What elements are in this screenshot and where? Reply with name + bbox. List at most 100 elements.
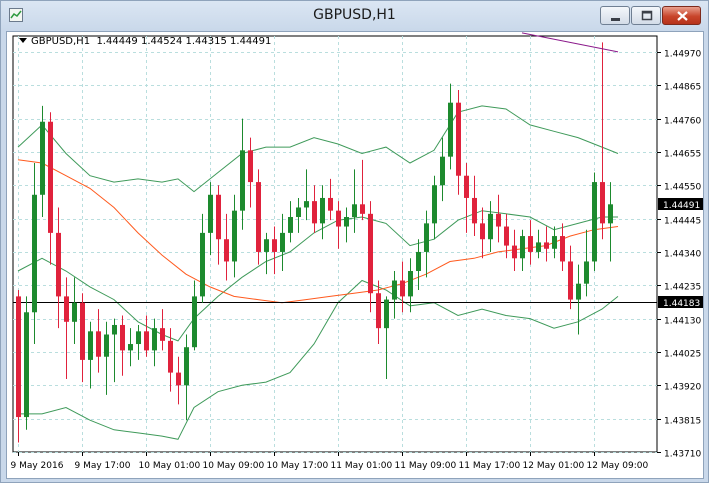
- y-tick-label: 1.43920: [664, 383, 701, 393]
- candle-bull: [344, 217, 349, 227]
- candle-bear: [400, 280, 405, 297]
- candle-bear: [504, 226, 509, 246]
- candle-bull: [208, 194, 213, 233]
- candle-bear: [120, 324, 125, 351]
- candle-bear: [272, 239, 277, 252]
- chevron-down-icon[interactable]: [19, 38, 27, 43]
- candle-bear: [368, 213, 373, 294]
- candle-bull: [304, 201, 309, 208]
- x-tick-label: 11 May 09:00: [395, 461, 457, 471]
- y-tick-label: 1.43815: [664, 417, 701, 427]
- price-chart[interactable]: 1.44970 1.44865 1.44760 1.44655 1.44550 1.444…: [7, 32, 703, 478]
- candle-bear: [160, 328, 165, 341]
- candle-bull: [200, 232, 205, 297]
- candle-bull: [88, 331, 93, 360]
- candle-bull: [32, 194, 37, 313]
- candle-bull: [536, 242, 541, 252]
- candle-bear: [480, 223, 485, 240]
- x-tick-label: 10 May 09:00: [203, 461, 265, 471]
- chart-ohlc: 1.44449 1.44524 1.44315 1.44491: [96, 36, 272, 47]
- candle-bull: [288, 217, 293, 233]
- y-tick-label: 1.44445: [664, 217, 701, 227]
- chart-window: GBPUSD,H1 1.44970 1.44865 1.44760 1.44655 1.…: [0, 0, 709, 483]
- y-tick-label: 1.44130: [664, 317, 701, 327]
- chart-info-bar: GBPUSD,H1 1.44449 1.44524 1.44315 1.4449…: [19, 36, 271, 47]
- candle-bear: [312, 201, 317, 224]
- candle-bull: [440, 156, 445, 186]
- candle-bear: [16, 296, 21, 418]
- candle-bull: [448, 102, 453, 157]
- candle-bull: [320, 197, 325, 224]
- chart-symbol: GBPUSD,H1: [31, 36, 91, 47]
- candle-bull: [128, 344, 133, 351]
- maximize-icon: [641, 10, 653, 21]
- candle-bear: [96, 331, 101, 357]
- candle-bull: [296, 207, 301, 218]
- candle-bear: [512, 245, 517, 259]
- candle-bear: [376, 293, 381, 329]
- hline-price-label: 1.44183: [663, 299, 700, 309]
- close-button[interactable]: [662, 6, 701, 25]
- candle-bear: [560, 236, 565, 262]
- candle-bull: [112, 324, 117, 335]
- candle-bear: [144, 331, 149, 351]
- minimize-icon: [611, 18, 620, 21]
- x-tick-label: 9 May 17:00: [75, 461, 131, 471]
- y-tick-label: 1.44760: [664, 117, 701, 127]
- candle-bull: [384, 299, 389, 329]
- candle-bear: [600, 182, 605, 224]
- candle-bull: [576, 283, 581, 300]
- candle-bear: [64, 296, 69, 322]
- candle-bear: [224, 239, 229, 262]
- candle-bull: [152, 328, 157, 351]
- candle-bear: [496, 213, 501, 227]
- candle-bear: [360, 204, 365, 214]
- candle-bear: [544, 242, 549, 249]
- y-tick-label: 1.44550: [664, 183, 701, 193]
- candle-bull: [40, 121, 45, 195]
- candle-bear: [456, 102, 461, 176]
- candle-bull: [184, 347, 189, 386]
- candle-bull: [136, 331, 141, 345]
- candle-bear: [168, 340, 173, 373]
- candle-bull: [280, 232, 285, 252]
- chart-area[interactable]: 1.44970 1.44865 1.44760 1.44655 1.44550 1.444…: [6, 31, 704, 479]
- candle-bull: [488, 213, 493, 240]
- candle-bear: [256, 182, 261, 252]
- candle-bull: [264, 239, 269, 252]
- candle-bull: [520, 236, 525, 259]
- title-bar[interactable]: GBPUSD,H1: [1, 1, 708, 31]
- candle-bear: [328, 197, 333, 211]
- x-tick-label: 10 May 01:00: [139, 461, 201, 471]
- candle-bull: [408, 270, 413, 297]
- candle-bear: [528, 236, 533, 252]
- candle-bear: [216, 194, 221, 240]
- candle-bull: [352, 204, 357, 218]
- y-tick-label: 1.44970: [664, 50, 701, 60]
- candle-bear: [568, 261, 573, 300]
- candle-bull: [416, 251, 421, 271]
- candle-bull: [72, 302, 77, 322]
- candle-bear: [248, 150, 253, 183]
- y-tick-label: 1.44235: [664, 283, 701, 293]
- candle-bull: [592, 182, 597, 262]
- candle-bull: [24, 312, 29, 418]
- x-tick-label: 12 May 09:00: [587, 461, 649, 471]
- candle-bear: [56, 232, 61, 297]
- candle-bull: [584, 261, 589, 284]
- candle-bear: [336, 210, 341, 227]
- close-icon: [677, 11, 688, 21]
- x-tick-label: 11 May 01:00: [331, 461, 393, 471]
- maximize-button[interactable]: [631, 6, 661, 25]
- minimize-button[interactable]: [600, 6, 630, 25]
- candle-bull: [192, 296, 197, 348]
- candle-bull: [424, 223, 429, 252]
- y-tick-label: 1.44340: [664, 250, 701, 260]
- candle-bear: [472, 197, 477, 224]
- x-tick-label: 10 May 17:00: [267, 461, 329, 471]
- x-tick-label: 11 May 17:00: [459, 461, 521, 471]
- candle-bear: [464, 175, 469, 198]
- current-price-label: 1.44491: [663, 201, 700, 211]
- candle-bear: [80, 302, 85, 360]
- candle-bear: [48, 121, 53, 233]
